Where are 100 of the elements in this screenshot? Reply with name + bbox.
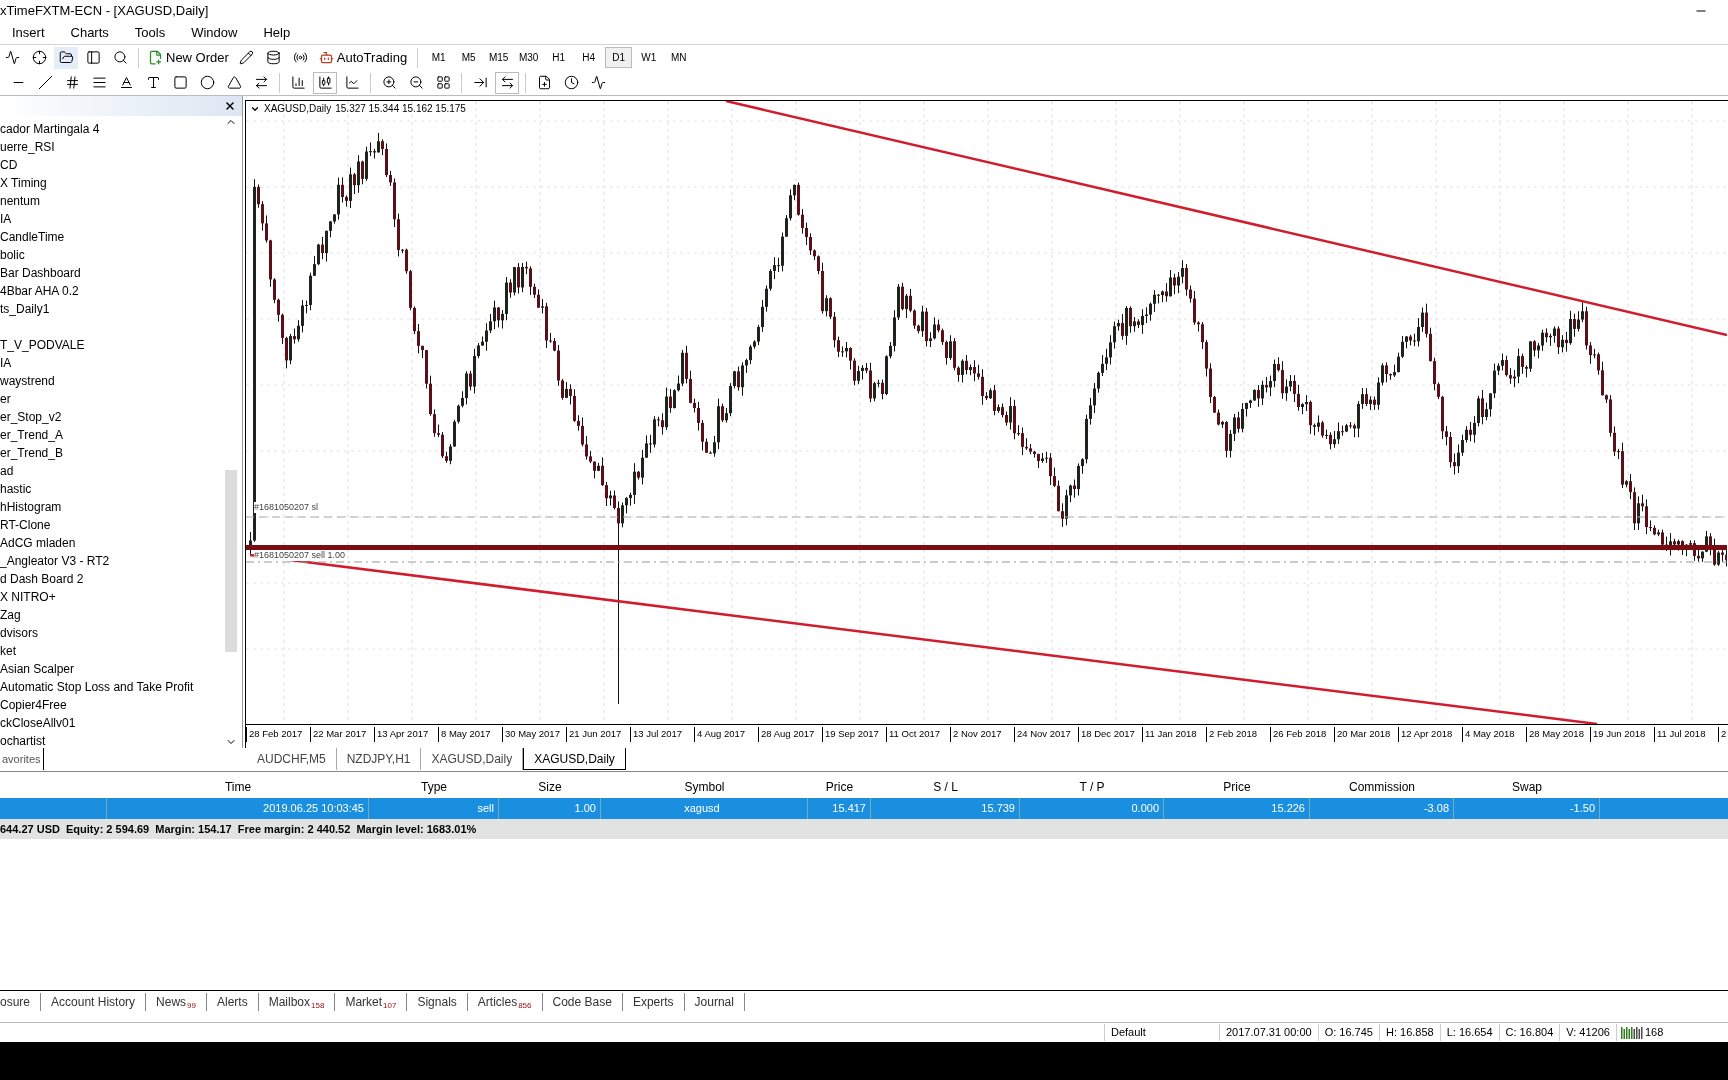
status-field: C: 16.804: [1498, 1024, 1560, 1041]
timeframe-button[interactable]: W1: [635, 47, 663, 68]
date-label: 18 Dec 2017: [1078, 727, 1142, 742]
column-header[interactable]: Commission: [1310, 778, 1454, 796]
stop-loss-label: #1681050207 sl: [254, 502, 319, 513]
date-label: 2 Feb 2018: [1206, 727, 1270, 742]
navigator-item[interactable]: IA: [0, 210, 224, 228]
favorites-tab[interactable]: avorites: [0, 748, 44, 770]
date-label: 2: [1718, 727, 1727, 742]
terminal-tab[interactable]: Market$_{107}$: [335, 992, 408, 1011]
terminal-tab[interactable]: Experts: [622, 992, 685, 1011]
date-label: 13 Apr 2017: [374, 727, 438, 742]
navigator-item[interactable]: ckCloseAllv01: [0, 714, 224, 732]
chart-tab[interactable]: AUDCHF,M5: [247, 748, 337, 770]
navigator-item[interactable]: d Dash Board 2: [0, 570, 224, 588]
navigator-item[interactable]: er_Stop_v2: [0, 408, 224, 426]
terminal-tab[interactable]: News$_{99}$: [146, 992, 207, 1011]
candlestick-icon[interactable]: [313, 71, 337, 94]
terminal-tab[interactable]: Signals: [407, 992, 468, 1011]
navigator-item[interactable]: ad: [0, 462, 224, 480]
navigator-item[interactable]: cador Martingala 4: [0, 120, 224, 138]
terminal-tab[interactable]: Code Base: [542, 992, 623, 1011]
timeframe-button[interactable]: H4: [575, 47, 603, 68]
column-header[interactable]: Price: [1164, 778, 1310, 796]
navigator-item[interactable]: RT-Clone: [0, 516, 224, 534]
timeframe-button[interactable]: H1: [545, 47, 573, 68]
scrollbar-thumb[interactable]: [225, 470, 237, 652]
menu-item[interactable]: Charts: [70, 23, 109, 43]
date-label: 11 Jan 2018: [1142, 727, 1206, 742]
shift-icon[interactable]: [495, 71, 519, 94]
navigator-item[interactable]: Copier4Free: [0, 696, 224, 714]
navigator-item[interactable]: waystrend: [0, 372, 224, 390]
date-label: 28 Feb 2017: [246, 727, 310, 742]
column-header[interactable]: Type: [369, 778, 499, 796]
autotrading-button[interactable]: AutoTrading: [315, 47, 411, 68]
connection-speed: 168: [1644, 1025, 1664, 1041]
navigator-item[interactable]: 4Bbar AHA 0.2: [0, 282, 224, 300]
status-field: Default: [1104, 1024, 1219, 1041]
terminal-tab[interactable]: Alerts: [207, 992, 259, 1011]
new-order-icon: [148, 50, 163, 65]
navigator-item[interactable]: Bar Dashboard: [0, 264, 224, 282]
status-field: V: 41206: [1559, 1024, 1616, 1041]
timeframe-button[interactable]: M15: [485, 47, 513, 68]
terminal-tab[interactable]: osure: [0, 992, 42, 1011]
terminal-tab[interactable]: Journal: [684, 992, 745, 1011]
timeframe-button[interactable]: MN: [665, 47, 693, 68]
menu-item[interactable]: Insert: [12, 23, 45, 43]
date-label: 13 Jul 2017: [630, 727, 694, 742]
menu-item[interactable]: Window: [191, 23, 238, 43]
navigator-item[interactable]: IA: [0, 354, 224, 372]
status-field: 2017.07.31 00:00: [1219, 1024, 1318, 1041]
column-header[interactable]: Symbol: [601, 778, 808, 796]
navigator-item[interactable]: hHistogram: [0, 498, 224, 516]
navigator-item[interactable]: AdCG mladen: [0, 534, 224, 552]
status-field: O: 16.745: [1317, 1024, 1379, 1041]
navigator-item[interactable]: ts_Daily1: [0, 300, 224, 318]
new-order-button[interactable]: New Order: [145, 47, 232, 68]
connection-bars-icon: [1620, 1026, 1643, 1039]
navigator-item[interactable]: dvisors: [0, 624, 224, 642]
navigator-item[interactable]: Asian Scalper: [0, 660, 224, 678]
terminal-tab[interactable]: Articles$_{856}$: [467, 992, 543, 1011]
trend-line[interactable]: [725, 101, 1727, 337]
navigator-item[interactable]: hastic: [0, 480, 224, 498]
timeframe-button[interactable]: D1: [605, 47, 633, 68]
date-label: 22 Mar 2017: [310, 727, 374, 742]
timeframe-button[interactable]: M30: [515, 47, 543, 68]
menu-item[interactable]: Help: [263, 23, 291, 43]
column-header[interactable]: Size: [499, 778, 601, 796]
navigator-item[interactable]: X Timing: [0, 174, 224, 192]
navigator-item[interactable]: nentum: [0, 192, 224, 210]
column-header[interactable]: S / L: [871, 778, 1020, 796]
navigator-item[interactable]: er_Trend_B: [0, 444, 224, 462]
column-header[interactable]: Price: [808, 778, 871, 796]
date-label: 24 Nov 2017: [1014, 727, 1078, 742]
navigator-item[interactable]: X NITRO+: [0, 588, 224, 606]
chart-tab[interactable]: XAGUSD,Daily: [523, 748, 626, 770]
terminal-tab[interactable]: Account History: [41, 992, 147, 1011]
timeframe-button[interactable]: M1: [425, 47, 453, 68]
terminal-tab[interactable]: Mailbox$_{158}$: [258, 992, 336, 1011]
navigator-item[interactable]: uerre_RSI: [0, 138, 224, 156]
navigator-item[interactable]: ket: [0, 642, 224, 660]
chart-tab[interactable]: NZDJPY,H1: [336, 748, 422, 770]
column-header[interactable]: T / P: [1020, 778, 1164, 796]
navigator-item[interactable]: er: [0, 390, 224, 408]
order-label: #1681050207 sell 1.00: [254, 550, 346, 561]
menu-item[interactable]: Tools: [134, 23, 166, 43]
column-header[interactable]: Swap: [1454, 778, 1600, 796]
timeframe-button[interactable]: M5: [455, 47, 483, 68]
navigator-item[interactable]: ochartist: [0, 732, 224, 750]
navigator-item[interactable]: Zag: [0, 606, 224, 624]
navigator-item[interactable]: _Angleator V3 - RT2: [0, 552, 224, 570]
column-header[interactable]: Time: [107, 778, 369, 796]
date-label: 4 Aug 2017: [694, 727, 758, 742]
navigator-item[interactable]: CandleTime: [0, 228, 224, 246]
navigator-item[interactable]: CD: [0, 156, 224, 174]
navigator-item[interactable]: er_Trend_A: [0, 426, 224, 444]
close-icon[interactable]: [224, 100, 236, 112]
navigator-item[interactable]: bolic: [0, 246, 224, 264]
navigator-item[interactable]: Automatic Stop Loss and Take Profit: [0, 678, 224, 696]
navigator-item[interactable]: T_V_PODVALE: [0, 336, 224, 354]
